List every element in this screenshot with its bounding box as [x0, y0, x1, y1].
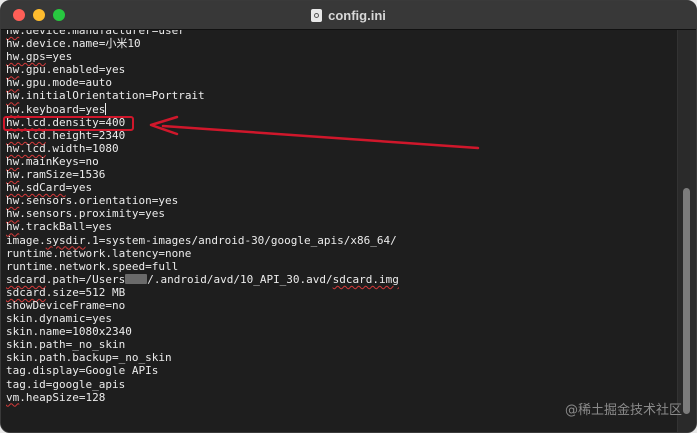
redacted-username [125, 273, 148, 284]
line-text: skin.path=_no_skin [6, 338, 126, 352]
line-text: =yes [65, 181, 93, 195]
line-text: =yes [45, 50, 73, 64]
line-text: .width=1080 [45, 141, 119, 155]
misspelled-word: hw [6, 76, 20, 90]
misspelled-word: sdcard [6, 272, 46, 286]
misspelled-word: hw.lcd [6, 141, 46, 155]
line-text: tag.display=Google APIs [6, 364, 159, 378]
text-cursor [105, 102, 107, 115]
text-line: vm.heapSize=128 [6, 391, 399, 404]
text-editor-window: config.ini hw.device.manufacturer=user hw… [0, 0, 697, 433]
line-text: .gpu.enabled=yes [19, 63, 126, 77]
text-line: sdcard.size=512 MB [6, 286, 399, 299]
line-text: .heapSize=128 [19, 390, 106, 404]
line-text: showDeviceFrame=no [6, 298, 126, 312]
line-text: skin.dynamic=yes [6, 312, 112, 326]
line-text: hw.device.name=小米10 [6, 37, 141, 51]
text-line: tag.display=Google APIs [6, 364, 399, 377]
zoom-button[interactable] [53, 9, 65, 21]
line-text: runtime.network.latency=none [6, 246, 192, 260]
text-line: hw.keyboard=yes [6, 102, 399, 116]
text-line: sdcard.path=/Users /.android/avd/10_API_3… [6, 273, 399, 286]
text-line: hw.device.manufacturer=user [6, 30, 399, 37]
text-line: hw.device.name=小米10 [6, 37, 399, 50]
line-text: tag.id=google_apis [6, 377, 126, 391]
misspelled-word: hw [6, 194, 20, 208]
line-text: image. [6, 233, 46, 247]
text-line: hw.lcd.width=1080 [6, 142, 399, 155]
line-text: .trackBall=yes [19, 220, 112, 234]
vertical-scrollbar[interactable] [677, 30, 696, 432]
text-line: hw.trackBall=yes [6, 220, 399, 233]
line-text: .gpu.mode=auto [19, 76, 112, 90]
text-line: skin.dynamic=yes [6, 312, 399, 325]
text-area[interactable]: hw.device.manufacturer=user hw.device.nam… [1, 30, 679, 432]
text-line: hw.gps=yes [6, 50, 399, 63]
line-text: .sensors.proximity=yes [19, 207, 165, 221]
document-icon [311, 8, 323, 22]
text-line: tag.id=google_apis [6, 378, 399, 391]
minimize-button[interactable] [33, 9, 45, 21]
close-button[interactable] [13, 9, 25, 21]
line-text: .path=/Users [45, 272, 126, 286]
line-text: /.android/avd/10_API_30.avd/ [147, 272, 333, 286]
misspelled-word: sdcard.img [332, 272, 399, 286]
line-text: .initialOrientation=Portrait [19, 89, 205, 103]
window-title-group: config.ini [1, 1, 696, 29]
misspelled-word: hw [6, 220, 20, 234]
line-text: .mainKeys=no [19, 154, 99, 168]
text-line: hw.gpu.enabled=yes [6, 63, 399, 76]
text-line: runtime.network.latency=none [6, 247, 399, 260]
text-line: hw.initialOrientation=Portrait [6, 89, 399, 102]
misspelled-word: hw [6, 89, 20, 103]
annotation-highlight-box [3, 116, 134, 131]
line-text: runtime.network.speed=full [6, 259, 179, 273]
misspelled-word: hw.gps [6, 50, 46, 64]
text-line: hw.ramSize=1536 [6, 168, 399, 181]
title-bar[interactable]: config.ini [1, 1, 696, 30]
text-line: hw.gpu.mode=auto [6, 76, 399, 89]
misspelled-word: hw [6, 102, 20, 116]
line-text: .device.manufacturer=user [19, 30, 185, 37]
misspelled-word: sysdir [45, 233, 86, 247]
misspelled-word: hw [6, 207, 20, 221]
text-line: hw.sensors.proximity=yes [6, 207, 399, 220]
line-text: skin.name=1080x2340 [6, 325, 132, 339]
line-text: .keyboard=yes [19, 102, 106, 116]
misspelled-word: hw [6, 168, 20, 182]
text-line: runtime.network.speed=full [6, 260, 399, 273]
text-line: hw.sdCard=yes [6, 181, 399, 194]
misspelled-word: sdcard [6, 285, 46, 299]
scrollbar-thumb[interactable] [683, 188, 690, 414]
text-line: hw.sensors.orientation=yes [6, 194, 399, 207]
misspelled-word: hw [6, 30, 20, 37]
line-text: .size=512 MB [45, 285, 126, 299]
text-line: skin.path.backup=_no_skin [6, 351, 399, 364]
line-text: .1=system-images/android-30/google_apis/… [85, 233, 397, 247]
misspelled-word: vm [6, 390, 20, 404]
line-text: .ramSize=1536 [19, 168, 106, 182]
misspelled-word: hw [6, 63, 20, 77]
text-line: hw.mainKeys=no [6, 155, 399, 168]
line-text: .sensors.orientation=yes [19, 194, 179, 208]
misspelled-word: hw.sdCard [6, 181, 66, 195]
watermark: @稀土掘金技术社区 [564, 403, 682, 418]
text-line: image.sysdir.1=system-images/android-30/… [6, 234, 399, 247]
text-line: skin.name=1080x2340 [6, 325, 399, 338]
misspelled-word: hw [6, 154, 20, 168]
window-title: config.ini [328, 7, 386, 23]
line-text: skin.path.backup=_no_skin [6, 351, 172, 365]
text-line: showDeviceFrame=no [6, 299, 399, 312]
text-line: skin.path=_no_skin [6, 338, 399, 351]
text-lines: hw.device.manufacturer=user hw.device.nam… [6, 30, 399, 404]
